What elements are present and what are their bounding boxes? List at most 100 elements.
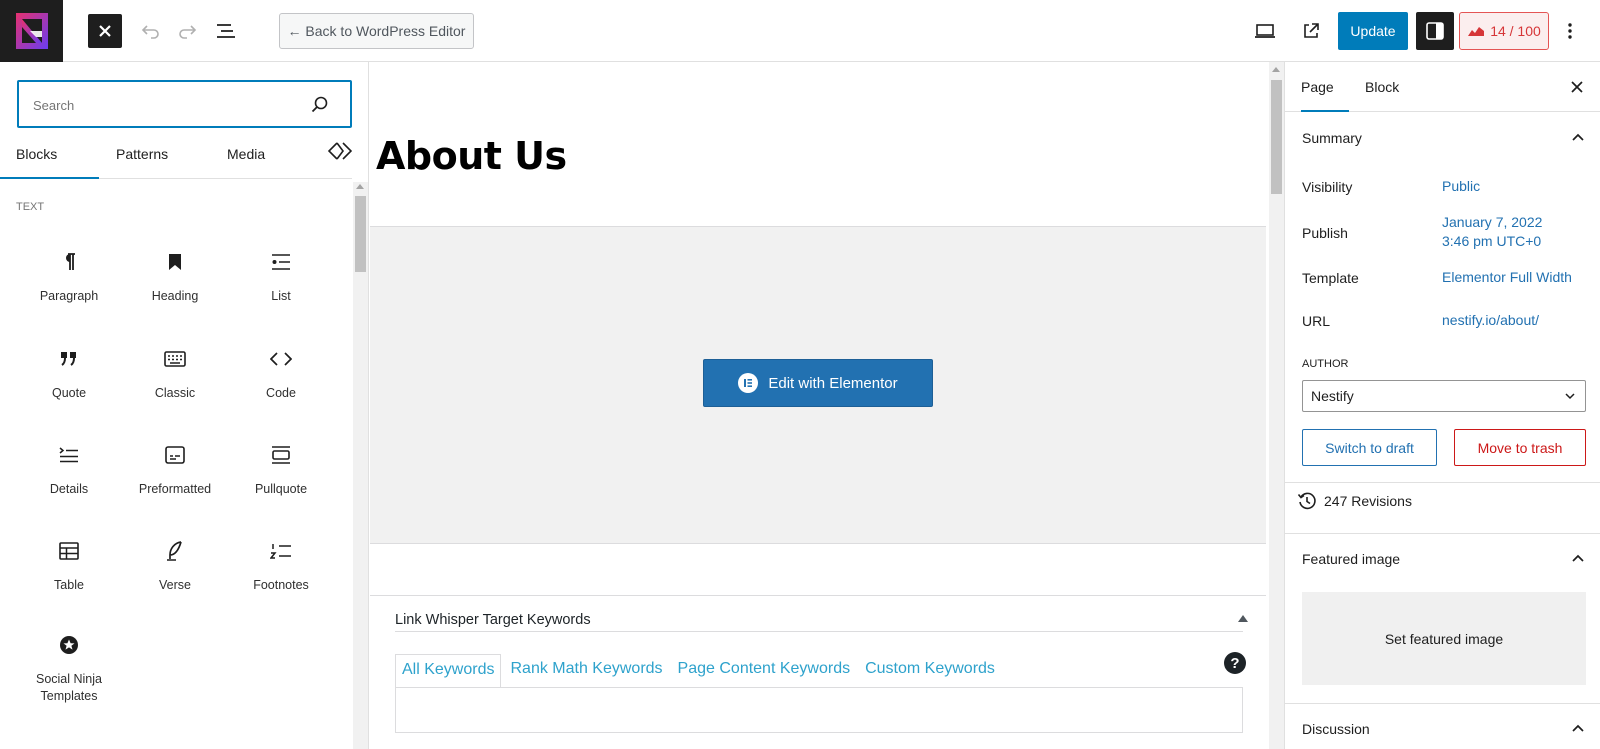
panel-divider	[1285, 482, 1600, 483]
chevron-up-icon	[1572, 133, 1584, 141]
block-label: Code	[266, 386, 296, 400]
collapse-toggle-icon[interactable]	[1238, 615, 1248, 622]
author-selected-value: Nestify	[1311, 388, 1354, 404]
options-menu-button[interactable]	[1555, 16, 1585, 46]
block-verse[interactable]: Verse	[123, 527, 227, 613]
summary-panel-header[interactable]: Summary	[1285, 113, 1600, 163]
code-icon	[269, 347, 293, 371]
block-heading[interactable]: Heading	[123, 238, 227, 324]
tab-patterns[interactable]: Patterns	[116, 138, 168, 179]
visibility-label: Visibility	[1302, 179, 1353, 195]
block-label: Classic	[154, 386, 196, 400]
tab-rank-math-keywords[interactable]: Rank Math Keywords	[504, 654, 668, 688]
page-title[interactable]: About Us	[376, 134, 567, 178]
help-icon[interactable]: ?	[1224, 652, 1246, 674]
laptop-icon	[1255, 24, 1275, 38]
close-inserter-button[interactable]	[88, 14, 122, 48]
block-paragraph[interactable]: Paragraph	[17, 238, 121, 324]
block-label: Quote	[51, 386, 87, 400]
history-icon	[1297, 492, 1316, 510]
close-icon	[99, 25, 111, 37]
seo-score-button[interactable]: 14 / 100	[1459, 12, 1549, 50]
undo-icon	[141, 25, 159, 39]
block-social-ninja-templates[interactable]: Social Ninja Templates	[17, 621, 121, 707]
template-value[interactable]: Elementor Full Width	[1442, 267, 1572, 288]
discussion-panel-header[interactable]: Discussion	[1285, 704, 1600, 749]
block-label: Paragraph	[39, 289, 99, 303]
collapse-icon	[327, 142, 353, 160]
undo-button[interactable]	[137, 16, 165, 46]
tab-block[interactable]: Block	[1365, 62, 1399, 112]
block-search-box	[17, 80, 352, 128]
sidebar-tabs: Page Block	[1285, 62, 1600, 112]
canvas-scrollbar[interactable]	[1269, 62, 1284, 749]
move-to-trash-button[interactable]: Move to trash	[1454, 429, 1586, 466]
block-details[interactable]: Details	[17, 431, 121, 517]
block-label: Details	[49, 482, 89, 496]
block-category-heading: TEXT	[16, 201, 45, 213]
table-icon	[57, 539, 81, 563]
block-preformatted[interactable]: Preformatted	[123, 431, 227, 517]
author-label: AUTHOR	[1302, 358, 1349, 370]
close-icon	[1571, 81, 1583, 93]
quote-icon	[57, 347, 81, 371]
scroll-up-arrow[interactable]	[356, 184, 364, 189]
back-to-wordpress-editor-button[interactable]: ← Back to WordPress Editor	[279, 13, 474, 49]
settings-toggle-button[interactable]	[1416, 12, 1454, 50]
tab-page[interactable]: Page	[1301, 62, 1349, 112]
block-list[interactable]: List	[229, 238, 333, 324]
revisions-link[interactable]: 247 Revisions	[1297, 489, 1412, 513]
nestify-logo-icon	[15, 13, 48, 49]
search-icon	[311, 96, 328, 113]
scroll-thumb[interactable]	[1271, 80, 1282, 194]
scroll-up-arrow[interactable]	[1272, 67, 1280, 72]
tab-page-content-keywords[interactable]: Page Content Keywords	[672, 654, 857, 688]
tab-custom-keywords[interactable]: Custom Keywords	[859, 654, 1001, 688]
switch-to-draft-button[interactable]: Switch to draft	[1302, 429, 1437, 466]
block-classic[interactable]: Classic	[123, 335, 227, 421]
author-select[interactable]: Nestify	[1302, 380, 1586, 412]
tab-media[interactable]: Media	[227, 138, 265, 179]
update-button[interactable]: Update	[1338, 12, 1408, 50]
block-search-input[interactable]	[33, 95, 293, 115]
block-label: Preformatted	[138, 482, 212, 496]
external-link-icon	[1304, 23, 1319, 38]
block-footnotes[interactable]: Footnotes	[229, 527, 333, 613]
list-icon	[269, 250, 293, 274]
block-label: Social Ninja Templates	[35, 672, 102, 703]
block-label: Footnotes	[253, 578, 309, 592]
featured-image-panel-header[interactable]: Featured image	[1285, 534, 1600, 584]
block-table[interactable]: Table	[17, 527, 121, 613]
visibility-value[interactable]: Public	[1442, 176, 1480, 197]
close-settings-button[interactable]	[1567, 77, 1587, 97]
publish-time[interactable]: 3:46 pm UTC+0	[1442, 231, 1541, 252]
block-quote[interactable]: Quote	[17, 335, 121, 421]
redo-icon	[179, 25, 197, 39]
scroll-thumb[interactable]	[355, 196, 366, 272]
edit-with-elementor-button[interactable]: Edit with Elementor	[703, 359, 933, 407]
summary-heading: Summary	[1302, 130, 1362, 146]
redo-button[interactable]	[173, 16, 201, 46]
block-label: List	[271, 289, 291, 303]
url-value[interactable]: nestify.io/about/	[1442, 310, 1539, 331]
block-code[interactable]: Code	[229, 335, 333, 421]
keyword-tabs: All Keywords Rank Math Keywords Page Con…	[395, 654, 1004, 688]
pullquote-icon	[269, 443, 293, 467]
url-label: URL	[1302, 313, 1331, 329]
document-overview-button[interactable]	[211, 16, 241, 46]
rank-math-icon	[1468, 27, 1485, 36]
tab-all-keywords[interactable]: All Keywords	[395, 654, 502, 688]
block-pullquote[interactable]: Pullquote	[229, 431, 333, 517]
footnotes-icon	[269, 539, 293, 563]
classic-icon	[163, 347, 187, 371]
featured-image-heading: Featured image	[1302, 551, 1401, 567]
close-block-library-button[interactable]	[327, 140, 353, 164]
publish-date[interactable]: January 7, 2022	[1442, 212, 1542, 233]
view-page-button[interactable]	[1296, 16, 1326, 46]
preview-device-button[interactable]	[1250, 16, 1280, 46]
inserter-scrollbar[interactable]	[353, 182, 368, 749]
set-featured-image-button[interactable]: Set featured image	[1302, 592, 1586, 685]
site-logo[interactable]	[0, 0, 63, 62]
list-view-icon	[217, 24, 235, 38]
tab-blocks[interactable]: Blocks	[0, 138, 99, 179]
